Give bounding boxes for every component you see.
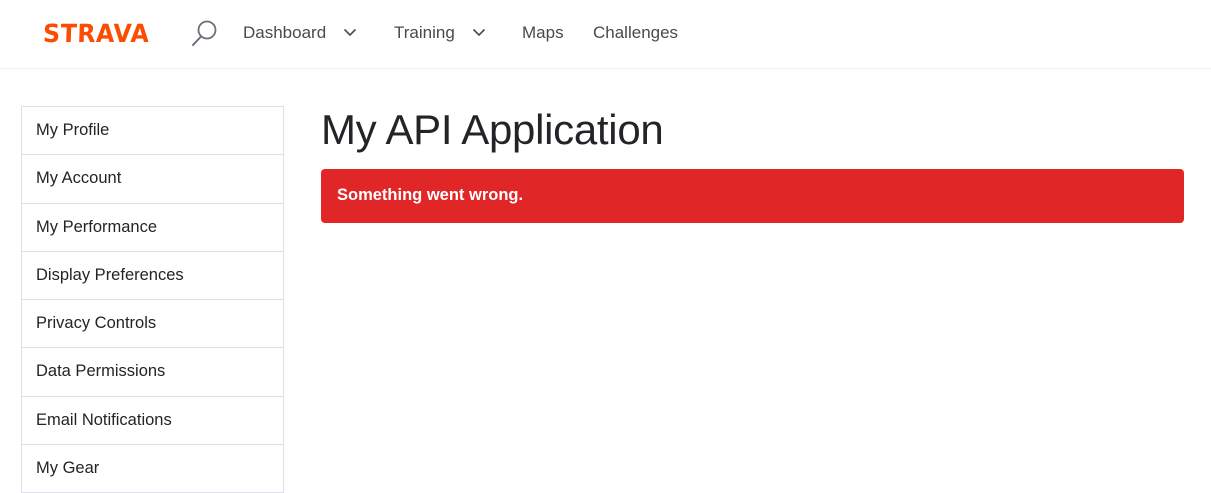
strava-logo[interactable]: STRAVA (43, 19, 150, 49)
nav-dashboard[interactable]: Dashboard (243, 22, 357, 44)
sidebar-item-my-gear[interactable]: My Gear (22, 445, 283, 493)
nav-training[interactable]: Training (394, 22, 486, 44)
sidebar-item-my-performance[interactable]: My Performance (22, 204, 283, 252)
search-icon[interactable] (190, 18, 220, 48)
sidebar-item-display-preferences[interactable]: Display Preferences (22, 252, 283, 301)
nav-challenges-label: Challenges (593, 23, 679, 42)
chevron-down-icon (343, 28, 356, 36)
nav-maps[interactable]: Maps (522, 22, 564, 44)
nav-training-label: Training (394, 23, 455, 42)
nav-maps-label: Maps (522, 23, 564, 42)
error-alert-message: Something went wrong. (337, 186, 524, 204)
nav-dashboard-label: Dashboard (243, 23, 327, 42)
chevron-down-icon (472, 28, 485, 36)
sidebar-item-data-permissions[interactable]: Data Permissions (22, 348, 283, 397)
sidebar-item-my-account[interactable]: My Account (22, 155, 283, 204)
sidebar-item-my-profile[interactable]: My Profile (22, 107, 283, 156)
settings-sidebar: My Profile My Account My Performance Dis… (21, 106, 284, 493)
sidebar-item-email-notifications[interactable]: Email Notifications (22, 397, 283, 446)
sidebar-item-privacy-controls[interactable]: Privacy Controls (22, 300, 283, 349)
page-title: My API Application (321, 106, 664, 153)
nav-challenges[interactable]: Challenges (593, 22, 678, 44)
top-navigation: STRAVA Dashboard Training Maps Challenge… (0, 0, 1211, 69)
error-alert: Something went wrong. (321, 169, 1184, 223)
